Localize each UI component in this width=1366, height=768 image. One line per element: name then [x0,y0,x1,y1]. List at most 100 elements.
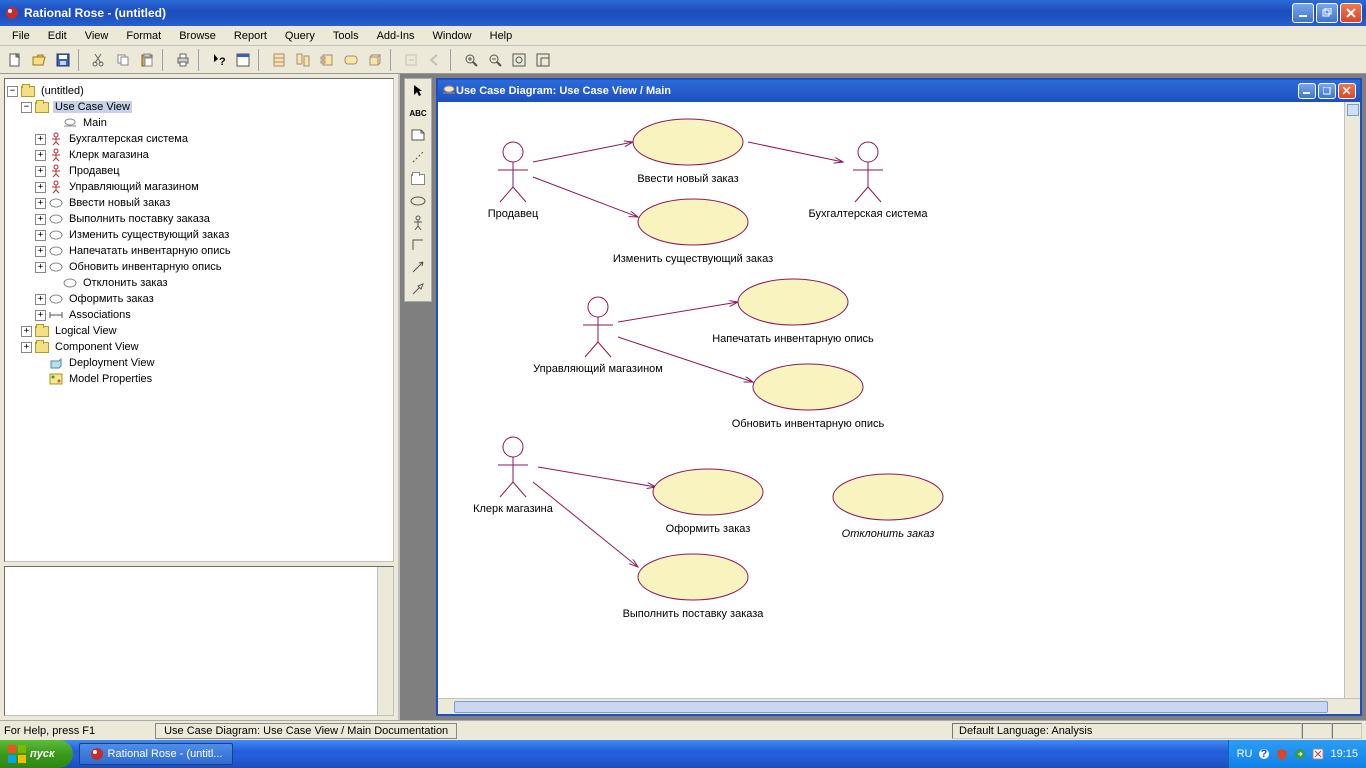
tray-help-icon[interactable]: ? [1258,748,1270,760]
tree-usecase[interactable]: +Изменить существующий заказ [7,227,391,243]
diagram-maximize-button[interactable] [1318,83,1336,99]
system-tray[interactable]: RU ? 19:15 [1228,740,1366,768]
tree-actor[interactable]: +Управляющий магазином [7,179,391,195]
tree-root[interactable]: −(untitled) [7,83,391,99]
actor-bukh[interactable]: Бухгалтерская система [809,142,929,220]
start-button[interactable]: пуск [0,740,73,768]
tool-palette: ABC [404,78,432,302]
usecase-tool-icon[interactable] [407,191,429,211]
print-icon[interactable] [172,49,194,71]
actor-manager[interactable]: Управляющий магазином [533,297,663,375]
menu-format[interactable]: Format [118,28,169,44]
new-icon[interactable] [4,49,26,71]
tree-deployment-view[interactable]: Deployment View [7,355,391,371]
paste-icon[interactable] [136,49,158,71]
tree-usecase[interactable]: +Напечатать инвентарную опись [7,243,391,259]
canvas-hscrollbar[interactable] [438,698,1360,714]
tray-lang[interactable]: RU [1237,748,1253,760]
text-tool-icon[interactable]: ABC [407,103,429,123]
menu-view[interactable]: View [77,28,117,44]
tray-arrow-icon[interactable] [1294,748,1306,760]
tray-shield-icon[interactable] [1276,748,1288,760]
actor-clerk[interactable]: Клерк магазина [473,437,554,515]
anchor-tool-icon[interactable] [407,147,429,167]
tree-actor[interactable]: +Бухгалтерская система [7,131,391,147]
usecase-process-order[interactable]: Оформить заказ [653,469,763,535]
svg-text:?: ? [219,56,226,67]
usecase-reject-order[interactable]: Отклонить заказ [833,474,943,540]
restore-button[interactable] [1316,3,1338,23]
tray-clock[interactable]: 19:15 [1330,748,1358,760]
documentation-area[interactable] [4,566,394,716]
diagram-window: Use Case Diagram: Use Case View / Main [436,78,1362,716]
rose-icon [90,747,104,761]
usecase-deliver-order[interactable]: Выполнить поставку заказа [623,554,765,620]
note-tool-icon[interactable] [407,125,429,145]
usecase-new-order[interactable]: Ввести новый заказ [633,119,743,185]
tree-associations[interactable]: +Associations [7,307,391,323]
tree-usecase[interactable]: +Ввести новый заказ [7,195,391,211]
canvas-vscrollbar[interactable] [1344,102,1360,698]
context-help-icon[interactable]: ? [208,49,230,71]
zoom-out-icon[interactable] [484,49,506,71]
status-doc-tab[interactable]: Use Case Diagram: Use Case View / Main D… [155,723,457,739]
tree-actor[interactable]: +Клерк магазина [7,147,391,163]
tree-usecase[interactable]: +Выполнить поставку заказа [7,211,391,227]
browse-prev-icon[interactable] [424,49,446,71]
diagram-close-button[interactable] [1338,83,1356,99]
browse-state-icon[interactable] [340,49,362,71]
view-doc-icon[interactable] [232,49,254,71]
usecase-edit-order[interactable]: Изменить существующий заказ [613,199,773,265]
menu-report[interactable]: Report [226,28,275,44]
menu-tools[interactable]: Tools [325,28,367,44]
undo-fit-icon[interactable] [532,49,554,71]
generalization-tool-icon[interactable] [407,279,429,299]
copy-icon[interactable] [112,49,134,71]
usecase-print-inventory[interactable]: Напечатать инвентарную опись [712,279,874,345]
usecase-update-inventory[interactable]: Обновить инвентарную опись [732,364,885,430]
menu-query[interactable]: Query [277,28,323,44]
tree-component-view[interactable]: +Component View [7,339,391,355]
tree-actor[interactable]: +Продавец [7,163,391,179]
open-icon[interactable] [28,49,50,71]
tree-model-properties[interactable]: Model Properties [7,371,391,387]
menu-file[interactable]: File [4,28,38,44]
menu-edit[interactable]: Edit [40,28,75,44]
zoom-in-icon[interactable] [460,49,482,71]
close-button[interactable] [1340,3,1362,23]
browse-deployment-icon[interactable] [364,49,386,71]
tree-use-case-view[interactable]: −Use Case View [7,99,391,115]
association-tool-icon[interactable] [407,235,429,255]
minimize-button[interactable] [1292,3,1314,23]
actor-prodavec[interactable]: Продавец [488,142,539,220]
browse-parent-icon[interactable] [400,49,422,71]
tree-usecase[interactable]: +Оформить заказ [7,291,391,307]
cut-icon[interactable] [88,49,110,71]
tree-usecase[interactable]: +Обновить инвентарную опись [7,259,391,275]
menu-browse[interactable]: Browse [171,28,224,44]
browse-class-icon[interactable] [268,49,290,71]
diagram-canvas[interactable]: Продавец Бухгалтерская система [438,102,1360,714]
fit-window-icon[interactable] [508,49,530,71]
menu-addins[interactable]: Add-Ins [369,28,423,44]
taskbar-item[interactable]: Rational Rose - (untitl... [79,743,234,765]
pointer-tool-icon[interactable] [407,81,429,101]
package-tool-icon[interactable] [407,169,429,189]
tree-usecase[interactable]: Отклонить заказ [7,275,391,291]
dependency-tool-icon[interactable] [407,257,429,277]
menu-help[interactable]: Help [482,28,521,44]
actor-tool-icon[interactable] [407,213,429,233]
save-icon[interactable] [52,49,74,71]
browse-interaction-icon[interactable] [292,49,314,71]
svg-text:Отклонить заказ: Отклонить заказ [842,528,935,540]
tray-x-icon[interactable] [1312,748,1324,760]
tree-main[interactable]: Main [7,115,391,131]
diagram-minimize-button[interactable] [1298,83,1316,99]
tree-logical-view[interactable]: +Logical View [7,323,391,339]
windows-logo-icon [8,745,26,763]
doc-scrollbar[interactable] [377,567,393,715]
browse-component-icon[interactable] [316,49,338,71]
menu-window[interactable]: Window [425,28,480,44]
model-tree[interactable]: −(untitled) −Use Case View Main +Бухгалт… [4,78,394,562]
mdi-area: ABC Use Case Diagram: Use Case View / Ma… [400,74,1366,720]
